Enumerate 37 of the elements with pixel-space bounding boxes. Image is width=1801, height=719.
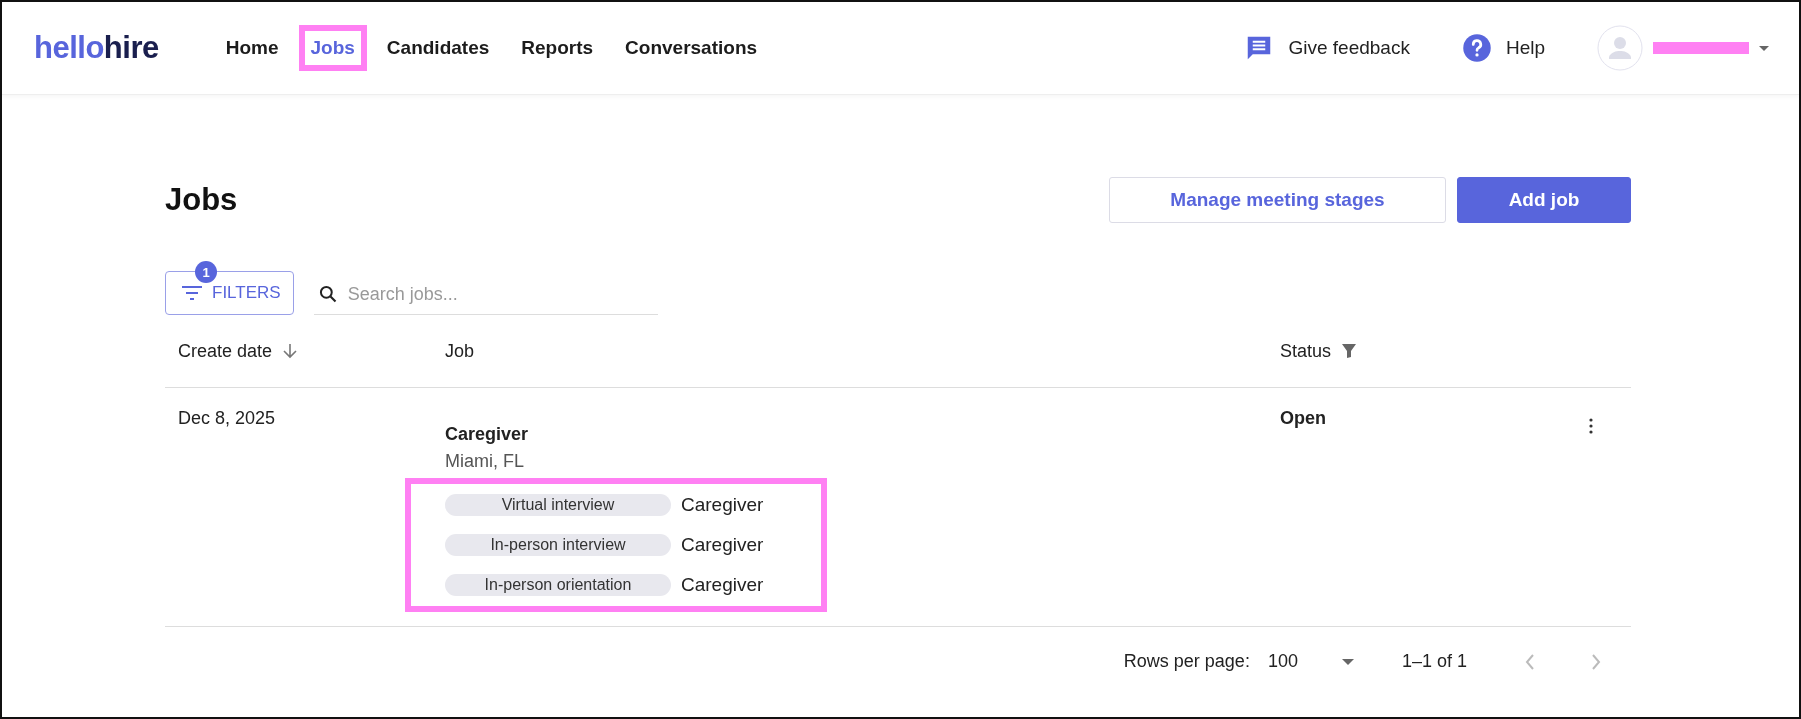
logo[interactable]: hellohire <box>34 30 159 66</box>
help-icon <box>1461 33 1492 63</box>
nav-link[interactable]: Candidates <box>374 25 502 71</box>
caret-icon <box>1759 45 1769 51</box>
stage-chip: In-person interview <box>445 534 671 556</box>
rows-per-page-select[interactable]: 100 <box>1267 651 1354 672</box>
rows-per-page-label: Rows per page: <box>1123 651 1250 672</box>
search-icon <box>317 284 338 304</box>
stage-role: Caregiver <box>681 494 764 516</box>
page-title: Jobs <box>165 182 238 218</box>
more-icon[interactable] <box>1589 418 1593 434</box>
nav-link[interactable]: Reports <box>509 25 606 71</box>
feedback-link[interactable]: Give feedback <box>1244 33 1410 63</box>
job-title: Caregiver <box>445 424 530 445</box>
column-header[interactable]: Create date <box>178 340 273 362</box>
filter-count-badge: 1 <box>195 261 217 283</box>
date-cell: Dec 8, 2025 <box>178 408 276 428</box>
caret-icon <box>1341 658 1354 665</box>
job-location: Miami, FL <box>445 451 525 472</box>
page-range: 1–1 of 1 <box>1401 651 1467 672</box>
down-arrow-icon[interactable] <box>282 343 299 359</box>
help-link[interactable]: Help <box>1461 33 1545 63</box>
manage-button[interactable]: Manage meeting stages <box>1109 177 1446 223</box>
column-header[interactable]: Status <box>1280 340 1332 362</box>
filter-lines-icon <box>182 286 202 300</box>
nav-link[interactable]: Jobs <box>298 25 367 71</box>
add-button[interactable]: Add job <box>1457 177 1631 223</box>
column-header[interactable]: Job <box>445 340 475 362</box>
stage-role: Caregiver <box>681 534 764 556</box>
avatar-icon <box>1597 25 1643 71</box>
stage-role: Caregiver <box>681 574 764 596</box>
nav-link[interactable]: Home <box>213 25 291 71</box>
funnel-icon[interactable] <box>1341 343 1358 359</box>
stage-chip: In-person orientation <box>445 574 671 596</box>
stage-chip: Virtual interview <box>445 494 671 516</box>
status-cell: Open <box>1280 408 1326 428</box>
nav-link[interactable]: Conversations <box>613 25 770 71</box>
